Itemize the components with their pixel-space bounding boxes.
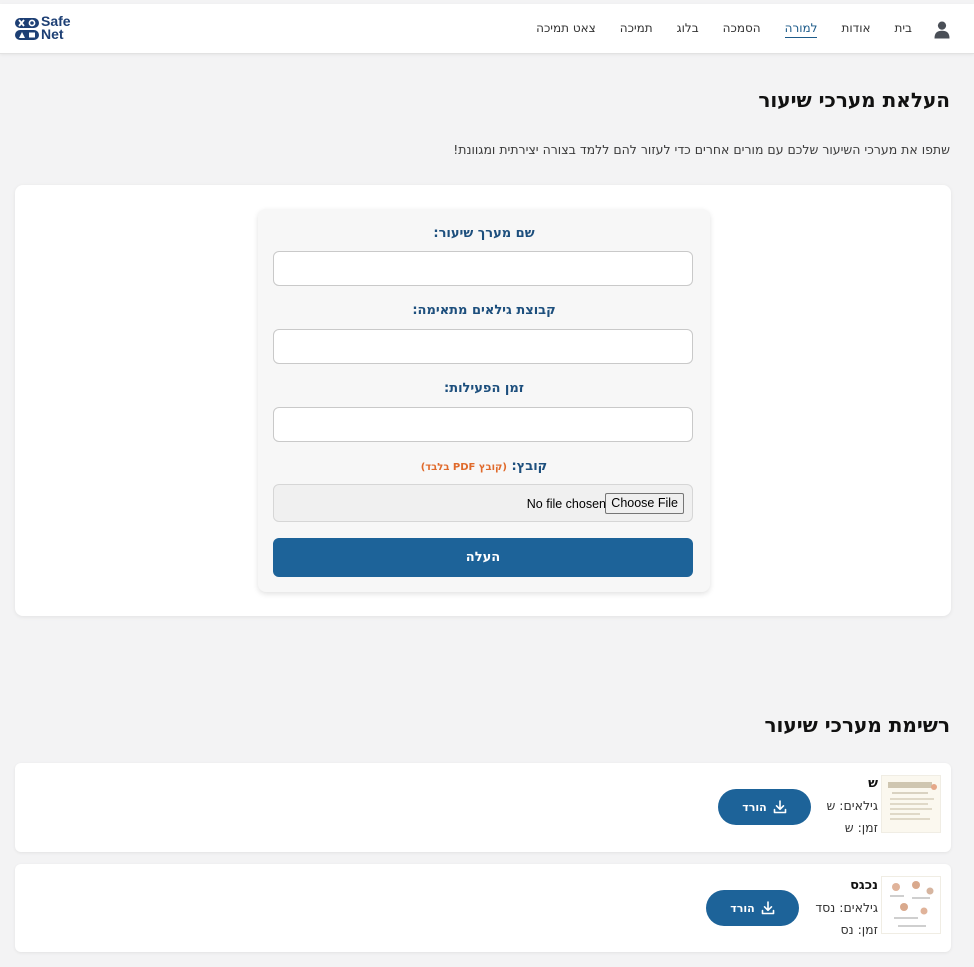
lesson-ages: גילאים: נסד (815, 900, 878, 915)
nav-link-certification[interactable]: הסמכה (723, 21, 761, 38)
download-button[interactable]: הורד (718, 789, 811, 825)
nav-links: בית אודות למורה הסמכה בלוג תמיכה צאט תמי… (512, 4, 912, 54)
lesson-time: זמן: ש (826, 820, 878, 835)
safenet-logo[interactable]: Safe Net (14, 14, 78, 45)
lesson-card: ש גילאים: ש זמן: ש הורד (15, 763, 951, 852)
download-label: הורד (742, 800, 767, 814)
lesson-name: נכגס (850, 878, 878, 893)
document-preview-icon (882, 776, 940, 832)
nav-link-support-chat[interactable]: צאט תמיכה (536, 21, 596, 38)
page-title: העלאת מערכי שיעור (758, 88, 950, 112)
user-icon[interactable] (934, 21, 950, 39)
lesson-name-label: שם מערך שיעור: (433, 226, 535, 241)
page-subtitle: שתפו את מערכי השיעור שלכם עם מורים אחרים… (453, 142, 950, 157)
nav-link-blog[interactable]: בלוג (677, 21, 699, 38)
upload-card: שם מערך שיעור: קבוצת גילאים מתאימה: זמן … (15, 185, 951, 616)
nav-link-about[interactable]: אודות (841, 21, 870, 38)
file-status-text: No file chosen (526, 497, 606, 511)
choose-file-button[interactable]: Choose File (605, 493, 684, 514)
download-icon (773, 800, 787, 814)
download-button[interactable]: הורד (706, 890, 799, 926)
nav-link-home[interactable]: בית (894, 21, 912, 38)
nav-link-support[interactable]: תמיכה (620, 21, 653, 38)
lesson-time-prefix: זמן: (857, 820, 878, 835)
lesson-ages: גילאים: ש (826, 798, 878, 813)
upload-submit-button[interactable]: העלה (273, 538, 693, 577)
document-preview-icon (882, 877, 940, 933)
lesson-ages-prefix: גילאים: (839, 900, 878, 915)
upload-form: שם מערך שיעור: קבוצת גילאים מתאימה: זמן … (258, 209, 710, 592)
logo-text: Safe Net (41, 14, 71, 42)
lesson-info: נכגס גילאים: נסד זמן: נס (815, 878, 878, 937)
lesson-time-value: ש (844, 820, 854, 835)
nav-link-teacher[interactable]: למורה (784, 21, 818, 38)
lesson-ages-value: נסד (815, 900, 836, 915)
download-label: הורד (730, 901, 755, 915)
lesson-list-title: רשימת מערכי שיעור (764, 713, 951, 737)
lesson-name-input[interactable] (273, 251, 693, 286)
file-label-row: קובץ: (קובץ PDF בלבד) (258, 459, 710, 474)
logo-text-line2: Net (41, 26, 64, 42)
lesson-thumbnail[interactable] (881, 876, 941, 934)
lesson-time: זמן: נס (815, 922, 878, 937)
lesson-ages-prefix: גילאים: (839, 798, 878, 813)
lesson-info: ש גילאים: ש זמן: ש (826, 776, 878, 835)
age-group-input[interactable] (273, 329, 693, 364)
file-input[interactable]: Choose File No file chosen (273, 484, 693, 522)
lesson-name: ש (868, 776, 878, 791)
lesson-card: נכגס גילאים: נסד זמן: נס הורד (15, 864, 951, 952)
logo-badge-icon (15, 18, 39, 40)
lesson-time-prefix: זמן: (857, 922, 878, 937)
lesson-thumbnail[interactable] (881, 775, 941, 833)
file-hint: (קובץ PDF בלבד) (420, 462, 507, 473)
activity-time-input[interactable] (273, 407, 693, 442)
age-group-label: קבוצת גילאים מתאימה: (412, 303, 556, 318)
download-icon (761, 901, 775, 915)
top-navbar: Safe Net בית אודות למורה הסמכה בלוג תמיכ… (0, 4, 974, 54)
file-label: קובץ: (511, 459, 548, 474)
activity-time-label: זמן הפעילות: (444, 381, 524, 396)
lesson-ages-value: ש (826, 798, 836, 813)
lesson-time-value: נס (840, 922, 854, 937)
